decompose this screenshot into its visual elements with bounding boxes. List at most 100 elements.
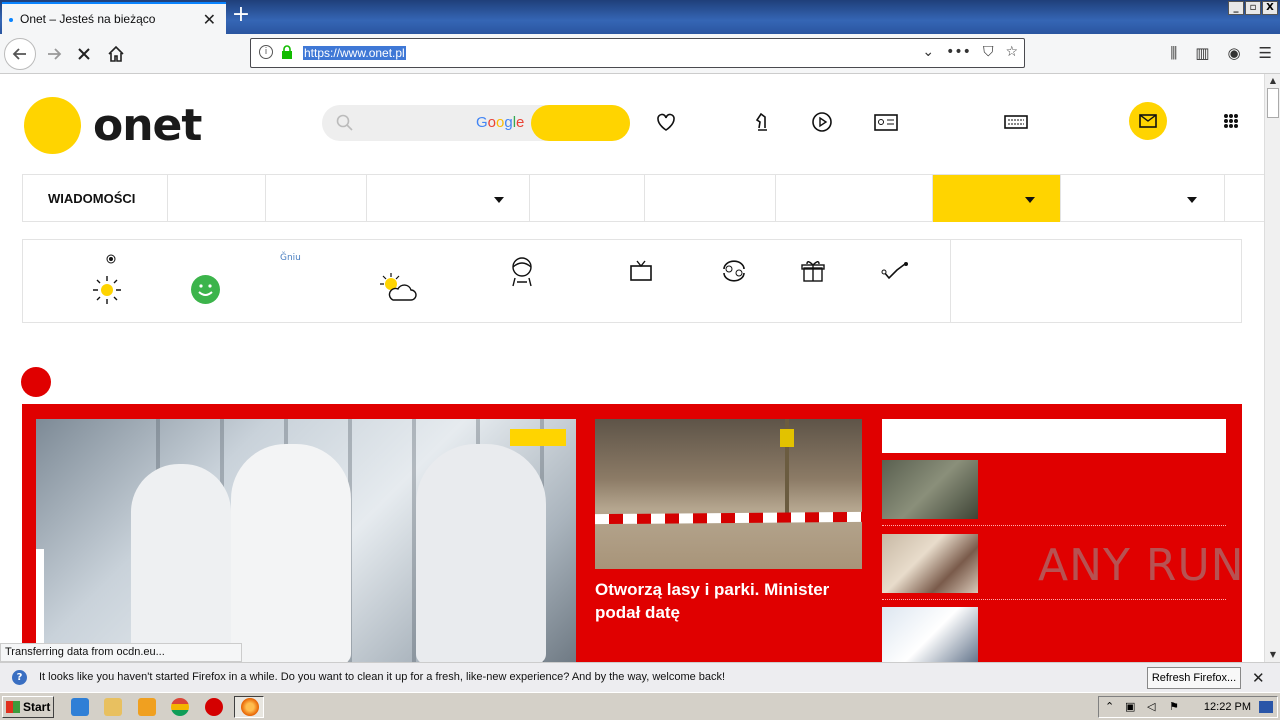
caret-down-icon (1025, 197, 1035, 203)
forest-news-headline[interactable]: Otworzą lasy i parki. Minister podał dat… (595, 578, 855, 624)
scroll-down-icon[interactable]: ▼ (1265, 648, 1280, 662)
caret-down-icon (1187, 197, 1197, 203)
close-notification-icon[interactable]: ✕ (1252, 669, 1265, 687)
image-tape (595, 511, 862, 525)
logo-circle (24, 97, 81, 154)
apps-grid-icon[interactable] (1224, 114, 1238, 128)
forest-news-image[interactable] (595, 419, 862, 569)
right-column-header (882, 419, 1226, 453)
search-bar[interactable]: Google (322, 105, 630, 141)
chevron-down-icon[interactable]: ⌄ (922, 44, 934, 60)
windows-taskbar: Start ⌃ ▣ ◁ ⚑ 12:22 PM (0, 692, 1280, 720)
menu-item[interactable] (265, 175, 366, 222)
scrollbar-thumb[interactable] (1267, 88, 1279, 118)
keyboard-icon[interactable] (1004, 110, 1028, 134)
pocket-icon[interactable]: ⛉ (983, 44, 994, 60)
menu-item[interactable] (167, 175, 265, 222)
gift-icon[interactable] (801, 259, 825, 283)
windows-flag-icon (6, 701, 20, 713)
page-actions-icon[interactable]: ••• (946, 44, 971, 60)
tab-close-icon[interactable]: ✕ (203, 10, 216, 29)
divider (882, 599, 1226, 600)
news-thumbnail[interactable] (882, 460, 978, 519)
chrome-icon[interactable] (171, 698, 189, 716)
refresh-firefox-button[interactable]: Refresh Firefox... (1147, 667, 1241, 689)
stop-loading-button[interactable] (68, 38, 100, 70)
menu-icon[interactable]: ☰ (1259, 44, 1272, 62)
zodiac-cancer-icon[interactable] (721, 260, 747, 282)
window-controls: _ ▫ X (1228, 1, 1278, 15)
mail-button[interactable] (1129, 102, 1167, 140)
menu-item-dropdown[interactable] (1060, 175, 1224, 222)
search-icon (336, 114, 353, 131)
volume-icon[interactable]: ◁ (1147, 700, 1155, 713)
ie-icon[interactable] (71, 698, 89, 716)
id-card-icon[interactable] (874, 110, 898, 134)
loading-indicator-icon (9, 18, 13, 22)
sun-icon[interactable] (91, 274, 123, 306)
tv-icon[interactable] (629, 260, 653, 282)
firefox-taskbar-button[interactable] (234, 696, 264, 718)
menu-item-dropdown[interactable] (366, 175, 529, 222)
menu-item-wiadomosci[interactable]: WIADOMOŚCI (22, 175, 167, 222)
browser-tab[interactable]: Onet – Jesteś na bieżąco ✕ (2, 2, 226, 34)
heart-icon[interactable] (654, 110, 678, 134)
anyrun-watermark: ANY RUN (1038, 540, 1245, 591)
home-button[interactable] (100, 38, 132, 70)
menu-item[interactable] (644, 175, 775, 222)
location-icon[interactable] (106, 254, 116, 264)
menu-item[interactable] (1224, 175, 1264, 222)
navigation-toolbar: i https://www.onet.pl ⌄ ••• ⛉ ☆ ⫼ ▥ ◉ ☰ (0, 34, 1280, 74)
back-button[interactable] (4, 38, 36, 70)
search-button[interactable] (531, 105, 630, 141)
site-info-icon[interactable]: i (259, 45, 273, 59)
start-button[interactable]: Start (2, 696, 54, 718)
menu-item[interactable] (529, 175, 644, 222)
main-news-image[interactable] (36, 419, 576, 662)
network-icon[interactable]: ▣ (1125, 700, 1135, 713)
caret-down-icon (494, 197, 504, 203)
forward-button[interactable] (38, 38, 70, 70)
smiley-air-quality-icon[interactable] (191, 275, 220, 304)
play-icon[interactable] (810, 110, 834, 134)
onet-logo[interactable]: onet (24, 97, 202, 154)
menu-item-active[interactable] (932, 175, 1060, 222)
media-player-icon[interactable] (138, 698, 156, 716)
show-desktop-icon[interactable] (1259, 701, 1273, 713)
lock-icon (282, 45, 292, 59)
flag-icon[interactable]: ⚑ (1169, 700, 1179, 713)
opera-icon[interactable] (205, 698, 223, 716)
library-icon[interactable]: ⫼ (1170, 44, 1177, 62)
sun-cloud-icon[interactable] (379, 272, 417, 304)
chess-knight-icon[interactable] (750, 110, 774, 134)
account-icon[interactable]: ◉ (1227, 44, 1240, 62)
tray-expand-icon[interactable]: ⌃ (1105, 700, 1114, 713)
news-thumbnail[interactable] (882, 607, 978, 662)
image-figure (416, 444, 546, 662)
google-brand-text: Google (476, 114, 525, 131)
logo-text: onet (93, 100, 202, 151)
envelope-icon (1139, 114, 1157, 128)
main-menu: WIADOMOŚCI (22, 174, 1264, 222)
question-icon: ? (12, 670, 27, 685)
news-thumbnail[interactable] (882, 534, 978, 593)
route-icon[interactable] (881, 260, 909, 282)
horoscope-woman-icon[interactable] (508, 254, 536, 288)
page-scrollbar[interactable]: ▲ ▼ (1264, 74, 1280, 662)
status-message: Transferring data from ocdn.eu... (0, 643, 242, 662)
restore-button[interactable]: ▫ (1245, 1, 1261, 15)
bookmark-star-icon[interactable]: ☆ (1005, 44, 1018, 60)
url-text[interactable]: https://www.onet.pl (303, 46, 406, 60)
menu-item[interactable] (775, 175, 932, 222)
scroll-up-icon[interactable]: ▲ (1265, 74, 1280, 88)
new-tab-button[interactable]: + (230, 4, 252, 28)
weather-small-text: Ğniu (280, 253, 301, 263)
address-bar-actions: ⌄ ••• ⛉ ☆ (922, 44, 1018, 60)
clock[interactable]: 12:22 PM (1204, 701, 1251, 713)
close-window-button[interactable]: X (1262, 1, 1278, 15)
notification-message: It looks like you haven't started Firefo… (39, 671, 726, 683)
sidebar-icon[interactable]: ▥ (1195, 44, 1209, 62)
minimize-button[interactable]: _ (1228, 1, 1244, 15)
address-bar[interactable]: i https://www.onet.pl ⌄ ••• ⛉ ☆ (250, 38, 1025, 68)
folder-icon[interactable] (104, 698, 122, 716)
